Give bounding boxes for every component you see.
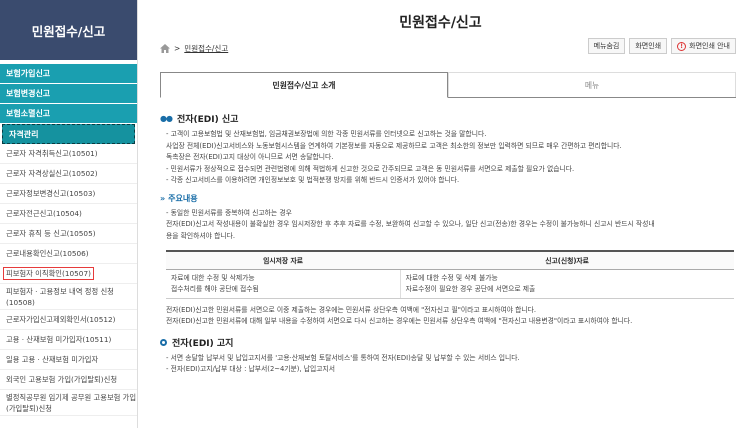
menu-hide-button[interactable]: 메뉴숨김 <box>587 38 626 54</box>
note-line: 전자(EDI)신고한 민원서류에 대해 일부 내용을 수정하여 서면으로 다시 … <box>166 317 633 325</box>
section-edi-notice-list: 서면 송달할 납부서 및 납입고지서를 '고용·산재보험 토탈서비스'를 통하여… <box>160 353 736 376</box>
breadcrumb: > 민원접수/신고 <box>160 43 228 54</box>
table-cell: 자료에 대한 수정 및 삭제 불가능 자료수정이 필요한 경우 공단에 서면으로… <box>400 269 734 299</box>
sidebar-item[interactable]: 외국인 고용보험 가입(가입탈퇴)신청 <box>0 370 137 390</box>
section-edi-notice-heading: 전자(EDI) 고지 <box>160 336 736 349</box>
sidebar-item[interactable]: 별정직공무원 임기제 공무원 고용보험 가입(가입탈퇴)신청 <box>0 390 137 416</box>
double-chevron-icon: » <box>160 193 166 203</box>
breadcrumb-current[interactable]: 민원접수/신고 <box>184 43 228 54</box>
list-item: 전자(EDI)신고서 작성내용이 불확실한 경우 임시저장한 후 추후 자료를 … <box>166 220 655 228</box>
list-item: 독촉장은 전자(EDI)고지 대상이 아니므로 서면 송달합니다. <box>166 153 334 161</box>
section-edi-report-heading: ●● 전자(EDI) 신고 <box>160 112 736 125</box>
list-item: 용을 확인하셔야 합니다. <box>166 231 236 240</box>
print-guide-button[interactable]: ! 화면인쇄 안내 <box>671 38 736 54</box>
sidebar-title: 민원접수/신고 <box>0 0 137 60</box>
sidebar-item[interactable]: 근로자전근신고(10504) <box>0 204 137 224</box>
sidebar-item-separation-confirm[interactable]: 피보험자 이직확인(10507) <box>0 264 137 284</box>
section-title: 전자(EDI) 고지 <box>172 338 234 349</box>
sidebar-group-join[interactable]: 보험가입신고 <box>0 63 137 83</box>
article: ●● 전자(EDI) 신고 고객이 고용보험법 및 산재보험법, 임금채권보장법… <box>160 104 736 376</box>
home-icon[interactable] <box>160 44 170 53</box>
table-row: 자료에 대한 수정 및 삭제가능 접수처리를 해야 공단에 접수됨 자료에 대한… <box>166 269 734 299</box>
list-item: 각종 신고서비스를 이용하려면 개인정보보호 및 법적분쟁 방지를 위해 반드시… <box>166 175 736 187</box>
sidebar-item[interactable]: 근로내용확인신고(10506) <box>0 244 137 264</box>
subsection-main-content-heading: » 주요내용 <box>160 193 736 204</box>
tab-intro[interactable]: 민원접수/신고 소개 <box>160 72 448 98</box>
print-button[interactable]: 화면인쇄 <box>629 38 668 54</box>
notes: 전자(EDI)신고한 민원서류를 서면으로 이중 제출하는 경우에는 민원서류 … <box>160 305 736 328</box>
breadcrumb-separator: > <box>174 44 181 53</box>
tab-menu[interactable]: 메뉴 <box>448 72 736 97</box>
toolbar: 메뉴숨김 화면인쇄 ! 화면인쇄 안내 <box>587 38 736 54</box>
sidebar-item[interactable]: 근로자 자격상실신고(10502) <box>0 164 137 184</box>
sidebar-group-change[interactable]: 보험변경신고 <box>0 83 137 103</box>
sidebar: 민원접수/신고 보험가입신고 보험변경신고 보험소멸신고 자격관리 근로자 자격… <box>0 0 138 428</box>
sidebar-item[interactable]: 근로자 자격취득신고(10501) <box>0 144 137 164</box>
list-item: 전자(EDI)고지/납부 대상 : 납부서(2~4기분), 납입고지서 <box>166 364 736 376</box>
cell-line: 접수처리를 해야 공단에 접수됨 <box>171 284 259 293</box>
sidebar-item[interactable]: 근로자 휴직 등 신고(10505) <box>0 224 137 244</box>
print-guide-label: 화면인쇄 안내 <box>689 42 730 50</box>
table-cell: 자료에 대한 수정 및 삭제가능 접수처리를 해야 공단에 접수됨 <box>166 269 401 299</box>
info-icon: ! <box>677 41 687 51</box>
table-header: 신고(신청)자료 <box>400 250 734 270</box>
section-edi-report-list: 고객이 고용보험법 및 산재보험법, 임금채권보장법에 의한 각종 민원서류를 … <box>160 129 736 187</box>
ring-bullet-icon <box>160 338 167 346</box>
sidebar-item-label: 피보험자 이직확인(10507) <box>3 267 94 280</box>
sidebar-item[interactable]: 근로자정보변경신고(10503) <box>0 184 137 204</box>
bullet-dots-icon: ●● <box>160 114 173 123</box>
sidebar-item[interactable]: 고용 · 산재보험 미가입자(10511) <box>0 330 137 350</box>
note-line: 전자(EDI)신고한 민원서류를 서면으로 이중 제출하는 경우에는 민원서류 … <box>166 305 537 314</box>
comparison-table: 임시저장 자료 신고(신청)자료 자료에 대한 수정 및 삭제가능 접수처리를 … <box>166 250 734 299</box>
subsection-title: 주요내용 <box>168 193 198 203</box>
list-item: 고객이 고용보험법 및 산재보험법, 임금채권보장법에 의한 각종 민원서류를 … <box>166 129 736 141</box>
subsection-list: 동일한 민원서류를 중복하여 신고하는 경우 전자(EDI)신고서 작성내용이 … <box>160 208 736 243</box>
cell-line: 자료수정이 필요한 경우 공단에 서면으로 제출 <box>405 284 536 293</box>
section-title: 전자(EDI) 신고 <box>176 115 239 125</box>
list-item: 동일한 민원서류를 중복하여 신고하는 경우 <box>166 208 736 220</box>
table-header: 임시저장 자료 <box>166 250 401 270</box>
page-title: 민원접수/신고 <box>399 15 482 31</box>
list-item: 사업장 전체(EDI)신고서비스와 노동보험시스템을 연계하여 기본정보를 자동… <box>166 141 622 150</box>
sidebar-group-qualification[interactable]: 자격관리 <box>2 124 135 144</box>
tab-bar: 민원접수/신고 소개 메뉴 <box>160 72 736 98</box>
cell-line: 자료에 대한 수정 및 삭제 불가능 <box>405 273 498 282</box>
sidebar-item[interactable]: 일용 고용 · 산재보험 미가입자 <box>0 350 137 370</box>
sidebar-item[interactable]: 근로자가입신고제외확인서(10512) <box>0 310 137 330</box>
sidebar-item[interactable]: 피보험자 · 고용정보 내역 정정 신청(10508) <box>0 284 137 310</box>
list-item: 민원서류가 정상적으로 접수되면 관련법령에 의해 적법하게 신고한 것으로 간… <box>166 164 736 176</box>
list-item: 서면 송달할 납부서 및 납입고지서를 '고용·산재보험 토탈서비스'를 통하여… <box>166 353 736 365</box>
sidebar-group-extinction[interactable]: 보험소멸신고 <box>0 103 137 123</box>
cell-line: 자료에 대한 수정 및 삭제가능 <box>171 273 255 282</box>
main-content: 민원접수/신고 > 민원접수/신고 메뉴숨김 화면인쇄 ! 화면인쇄 안내 민원… <box>138 0 743 428</box>
